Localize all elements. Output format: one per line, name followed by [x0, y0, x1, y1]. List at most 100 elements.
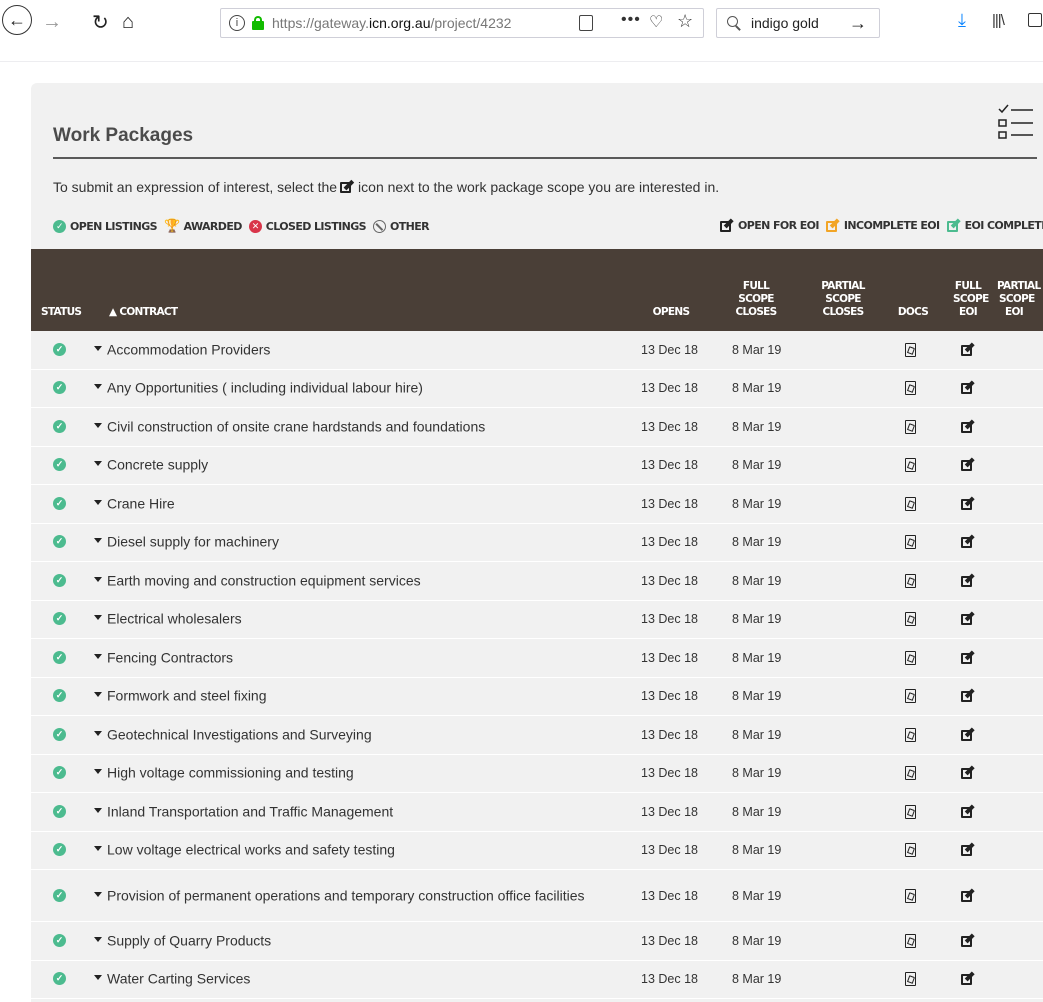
bookmark-star-icon[interactable]: ☆ — [677, 11, 693, 32]
pdf-document-icon[interactable] — [905, 804, 916, 819]
contract-name[interactable]: Diesel supply for machinery — [107, 534, 607, 551]
pocket-icon[interactable]: ♡ — [649, 12, 663, 32]
pdf-document-icon[interactable] — [905, 888, 916, 903]
edit-icon[interactable] — [961, 842, 975, 857]
contract-name[interactable]: Formwork and steel fixing — [107, 688, 607, 705]
pdf-document-icon[interactable] — [905, 458, 916, 473]
caret-down-icon[interactable] — [94, 769, 102, 775]
edit-icon[interactable] — [961, 611, 975, 626]
caret-down-icon[interactable] — [94, 615, 102, 621]
column-full-scope-closes[interactable]: FULL SCOPE CLOSES — [731, 280, 781, 319]
pdf-document-icon[interactable] — [905, 419, 916, 434]
lock-icon[interactable] — [252, 16, 264, 30]
contract-name[interactable]: Civil construction of onsite crane hards… — [107, 418, 607, 435]
contract-name[interactable]: Fencing Contractors — [107, 649, 607, 666]
search-go-arrow-icon[interactable]: → — [849, 13, 867, 34]
download-icon[interactable]: ⤓ — [958, 10, 966, 31]
edit-icon[interactable] — [961, 688, 975, 703]
column-partial-scope-eoi[interactable]: PARTIAL SCOPE EOI — [997, 280, 1043, 319]
pdf-document-icon[interactable] — [905, 689, 916, 704]
search-query[interactable]: indigo gold — [751, 15, 819, 31]
caret-down-icon[interactable] — [94, 345, 102, 351]
checklist-icon[interactable] — [989, 101, 1035, 143]
caret-down-icon[interactable] — [94, 936, 102, 942]
pdf-document-icon[interactable] — [905, 573, 916, 588]
contract-name[interactable]: Crane Hire — [107, 495, 607, 512]
forward-arrow-icon[interactable]: → — [42, 8, 62, 36]
table-row: ✓ Formwork and steel fixing 13 Dec 18 8 Mar… — [31, 677, 1043, 716]
caret-down-icon[interactable] — [94, 384, 102, 390]
table-row: ✓ Civil construction of onsite crane hard… — [31, 408, 1043, 447]
contract-name[interactable]: Concrete supply — [107, 457, 607, 474]
column-partial-scope-closes[interactable]: PARTIAL SCOPE CLOSES — [818, 280, 868, 319]
caret-down-icon[interactable] — [94, 891, 102, 897]
column-status[interactable]: STATUS — [41, 306, 82, 319]
search-box[interactable]: indigo gold → — [716, 8, 880, 38]
edit-icon[interactable] — [961, 380, 975, 395]
edit-icon[interactable] — [961, 971, 975, 986]
full-scope-closes-date: 8 Mar 19 — [732, 804, 782, 819]
caret-down-icon[interactable] — [94, 846, 102, 852]
edit-icon[interactable] — [961, 765, 975, 780]
caret-down-icon[interactable] — [94, 576, 102, 582]
sidebar-icon[interactable] — [1028, 13, 1042, 27]
pdf-document-icon[interactable] — [905, 535, 916, 550]
caret-down-icon[interactable] — [94, 461, 102, 467]
edit-icon[interactable] — [961, 342, 975, 356]
pdf-document-icon[interactable] — [905, 933, 916, 948]
full-scope-closes-date: 8 Mar 19 — [732, 535, 782, 550]
url-text[interactable]: https://gateway.icn.org.au/project/4232 — [272, 15, 540, 31]
page-actions-icon[interactable]: ••• — [621, 11, 641, 29]
caret-down-icon[interactable] — [94, 653, 102, 659]
contract-name[interactable]: Earth moving and construction equipment … — [107, 572, 607, 589]
back-arrow-icon[interactable]: ← — [2, 5, 32, 35]
column-contract[interactable]: ▲ CONTRACT — [109, 306, 178, 319]
contract-name[interactable]: Geotechnical Investigations and Surveyin… — [107, 726, 607, 743]
contract-name[interactable]: High voltage commissioning and testing — [107, 765, 607, 782]
x-circle-icon: ✕ — [248, 220, 262, 233]
caret-down-icon[interactable] — [94, 538, 102, 544]
edit-icon[interactable] — [961, 887, 975, 902]
caret-down-icon[interactable] — [94, 730, 102, 736]
pdf-document-icon[interactable] — [905, 612, 916, 627]
pdf-document-icon[interactable] — [905, 650, 916, 665]
pdf-document-icon[interactable] — [905, 766, 916, 781]
pdf-document-icon[interactable] — [905, 381, 916, 396]
edit-icon[interactable] — [961, 457, 975, 472]
edit-icon[interactable] — [961, 933, 975, 947]
contract-name[interactable]: Water Carting Services — [107, 971, 607, 988]
caret-down-icon[interactable] — [94, 975, 102, 981]
library-icon[interactable]: |||\ — [992, 12, 1005, 29]
pdf-document-icon[interactable] — [905, 342, 916, 357]
contract-name[interactable]: Accommodation Providers — [107, 341, 607, 358]
column-docs[interactable]: DOCS — [896, 306, 930, 319]
reload-icon[interactable]: ↻ — [92, 8, 109, 36]
column-opens[interactable]: OPENS — [651, 306, 691, 319]
caret-down-icon[interactable] — [94, 422, 102, 428]
edit-icon[interactable] — [961, 727, 975, 741]
contract-name[interactable]: Provision of permanent operations and te… — [107, 887, 607, 904]
caret-down-icon[interactable] — [94, 807, 102, 813]
column-full-scope-eoi[interactable]: FULL SCOPE EOI — [953, 280, 989, 319]
info-icon[interactable]: i — [229, 15, 245, 31]
reader-view-icon[interactable] — [579, 15, 593, 31]
edit-icon[interactable] — [961, 496, 975, 510]
address-bar[interactable]: i https://gateway.icn.org.au/project/423… — [220, 8, 704, 38]
caret-down-icon[interactable] — [94, 499, 102, 505]
edit-icon[interactable] — [961, 419, 975, 433]
contract-name[interactable]: Electrical wholesalers — [107, 611, 607, 628]
contract-name[interactable]: Inland Transportation and Traffic Manage… — [107, 803, 607, 820]
contract-name[interactable]: Supply of Quarry Products — [107, 932, 607, 949]
caret-down-icon[interactable] — [94, 692, 102, 698]
pdf-document-icon[interactable] — [905, 843, 916, 858]
contract-name[interactable]: Any Opportunities ( including individual… — [107, 380, 607, 397]
edit-icon[interactable] — [961, 534, 975, 549]
edit-icon[interactable] — [961, 650, 975, 664]
edit-icon[interactable] — [961, 804, 975, 818]
edit-icon[interactable] — [961, 573, 975, 587]
pdf-document-icon[interactable] — [905, 496, 916, 511]
home-icon[interactable]: ⌂ — [122, 8, 134, 36]
pdf-document-icon[interactable] — [905, 972, 916, 987]
pdf-document-icon[interactable] — [905, 727, 916, 742]
contract-name[interactable]: Low voltage electrical works and safety … — [107, 842, 607, 859]
